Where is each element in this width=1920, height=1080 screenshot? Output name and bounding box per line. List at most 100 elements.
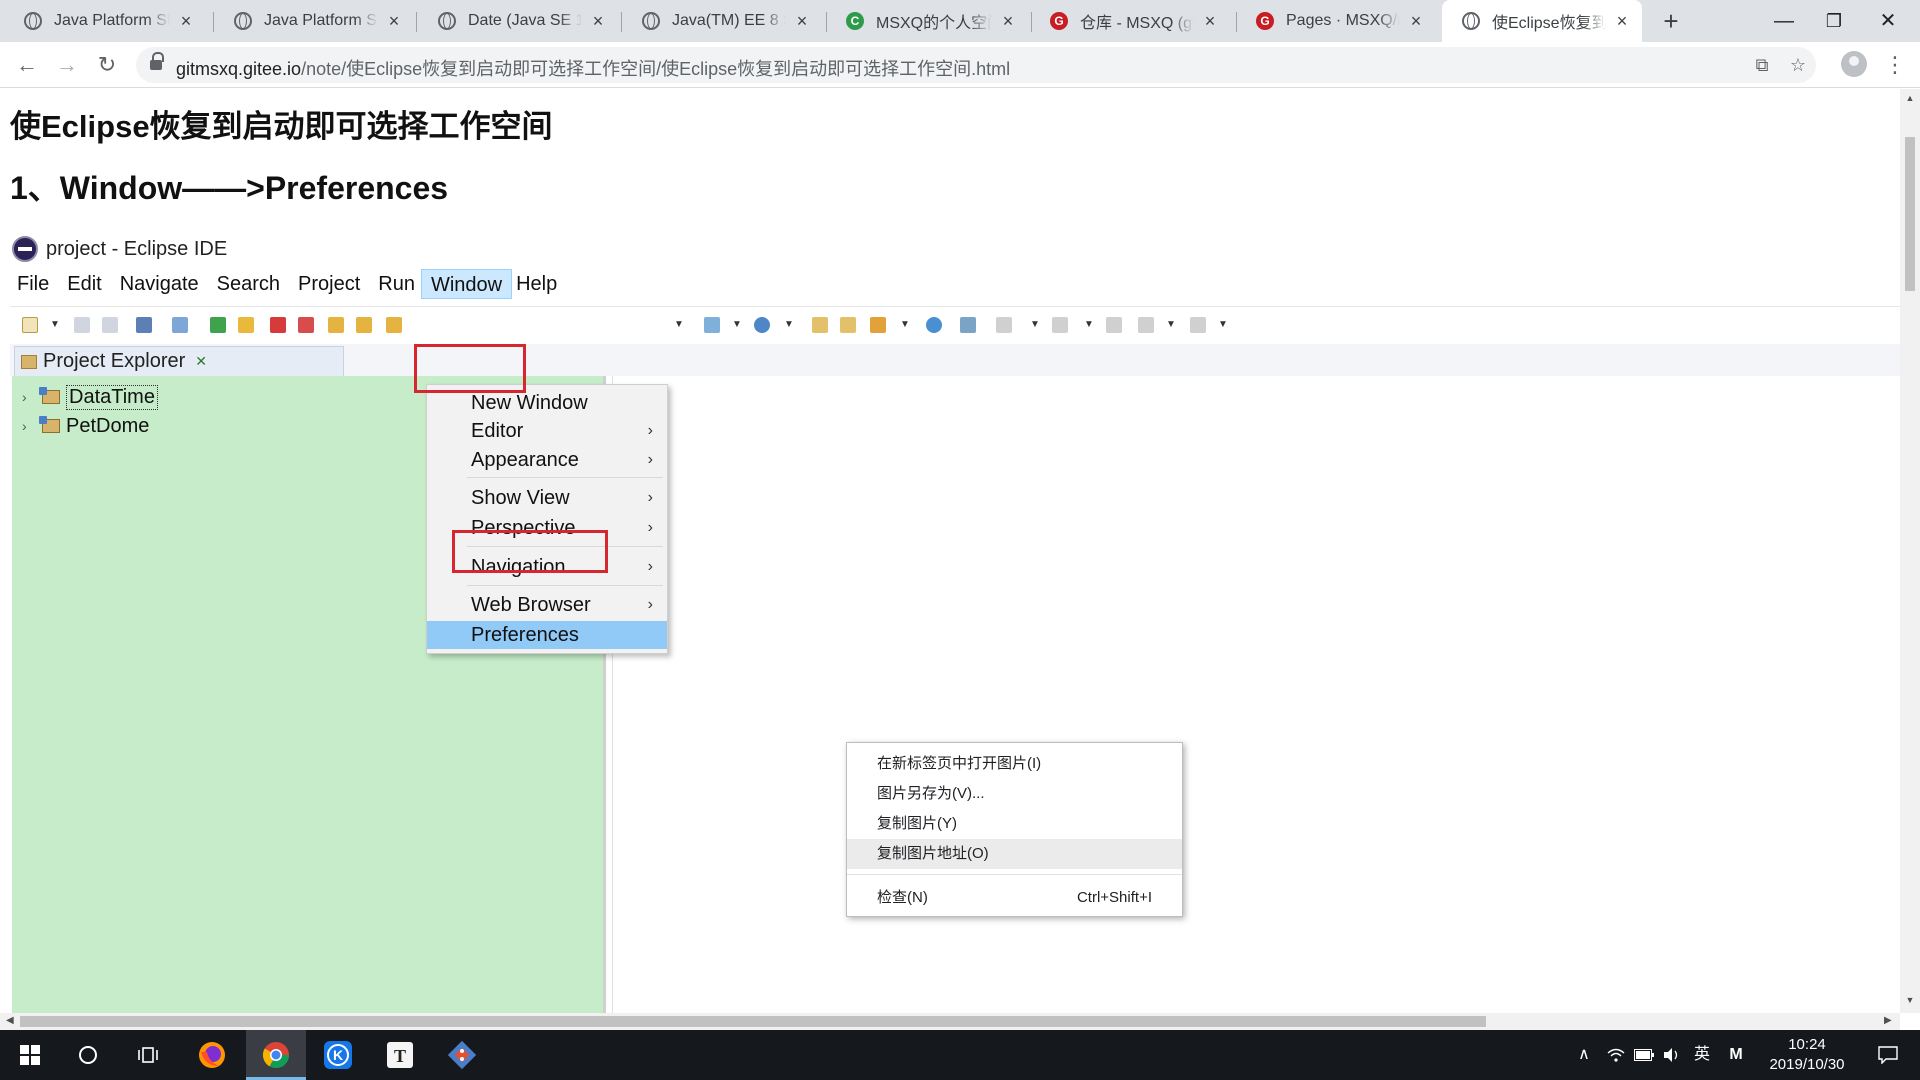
- task-view-icon[interactable]: [118, 1030, 178, 1080]
- ctx-save-image-as[interactable]: 图片另存为(V)...: [847, 779, 1182, 809]
- translate-icon[interactable]: ⧉: [1750, 53, 1774, 77]
- battery-icon[interactable]: [1632, 1030, 1656, 1080]
- ctx-shortcut: Ctrl+Shift+I: [1076, 889, 1152, 906]
- eclipse-logo-icon: [12, 236, 38, 262]
- ctx-copy-image-address[interactable]: 复制图片地址(O): [847, 839, 1182, 869]
- scroll-right-icon[interactable]: ▶: [1884, 1015, 1892, 1026]
- close-view-icon: ✕: [195, 353, 208, 369]
- globe-icon: [1462, 12, 1480, 30]
- browser-tab[interactable]: Java Platform SE 8 ×: [4, 0, 206, 42]
- scroll-down-icon[interactable]: ▼: [1900, 995, 1920, 1005]
- typora-icon[interactable]: T: [370, 1030, 430, 1080]
- ctx-inspect[interactable]: 检查(N) Ctrl+Shift+I: [847, 883, 1182, 913]
- svg-text:K: K: [333, 1047, 343, 1063]
- scroll-left-icon[interactable]: ◀: [6, 1015, 14, 1026]
- page-content: 使Eclipse恢复到启动即可选择工作空间 1、Window——>Prefere…: [0, 89, 1900, 1013]
- browser-tab[interactable]: Java Platform Standard Ed. 8 ×: [214, 0, 414, 42]
- url-host: gitmsxq.gitee.io: [176, 59, 302, 79]
- scroll-up-icon[interactable]: ▲: [1900, 93, 1920, 103]
- save-icon: [74, 317, 90, 333]
- eclipse-window-title: project - Eclipse IDE: [46, 237, 228, 260]
- ctx-open-image-new-tab[interactable]: 在新标签页中打开图片(I): [847, 749, 1182, 779]
- resume-icon: [210, 317, 226, 333]
- tree-item-label: DataTime: [66, 384, 158, 410]
- browser-tab[interactable]: Date (Java SE 11 & JDK 11) ×: [418, 0, 618, 42]
- cortana-icon[interactable]: [58, 1030, 118, 1080]
- close-tab-icon[interactable]: ×: [1612, 11, 1632, 32]
- k-app-icon[interactable]: K: [308, 1030, 368, 1080]
- volume-icon[interactable]: [1660, 1030, 1684, 1080]
- menu-item-editor: Editor ›: [427, 417, 667, 445]
- highlight-preferences: [452, 530, 608, 573]
- profile-avatar-icon[interactable]: [1841, 51, 1867, 77]
- close-window-button[interactable]: ✕: [1856, 0, 1920, 42]
- clock[interactable]: 10:24 2019/10/30: [1752, 1035, 1862, 1075]
- action-center-icon[interactable]: [1868, 1030, 1908, 1080]
- tree-item-label: PetDome: [66, 414, 150, 437]
- ctx-copy-image[interactable]: 复制图片(Y): [847, 809, 1182, 839]
- url-text[interactable]: gitmsxq.gitee.io/note/使Eclipse恢复到启动即可选择工…: [176, 55, 1010, 81]
- git-icon[interactable]: [432, 1030, 492, 1080]
- gitee-green-icon: C: [846, 12, 864, 30]
- web-globe-icon: [926, 317, 942, 333]
- browser-tab[interactable]: C MSXQ的个人空间 ×: [826, 0, 1028, 42]
- search-pen-icon: [870, 317, 886, 333]
- submenu-chevron-icon: ›: [647, 489, 653, 506]
- ime-indicator[interactable]: 英: [1690, 1030, 1714, 1080]
- horizontal-scrollbar[interactable]: ◀ ▶: [0, 1013, 1900, 1030]
- close-tab-icon[interactable]: ×: [998, 11, 1018, 32]
- browser-toolbar: ← → ↻ gitmsxq.gitee.io/note/使Eclipse恢复到启…: [0, 42, 1920, 88]
- address-bar[interactable]: gitmsxq.gitee.io/note/使Eclipse恢复到启动即可选择工…: [136, 47, 1816, 83]
- forward-button[interactable]: →: [52, 50, 82, 80]
- back-button[interactable]: ←: [12, 50, 42, 80]
- close-tab-icon[interactable]: ×: [1406, 11, 1426, 32]
- start-icon[interactable]: [0, 1030, 60, 1080]
- close-tab-icon[interactable]: ×: [792, 11, 812, 32]
- browser-tab[interactable]: G 仓库 - MSXQ (gitee) ×: [1030, 0, 1230, 42]
- close-tab-icon[interactable]: ×: [384, 11, 404, 32]
- browser-tab[interactable]: Java(TM) EE 8 Specification APIs ×: [622, 0, 822, 42]
- step-heading: 1、Window——>Preferences: [10, 170, 449, 206]
- browser-tab[interactable]: G Pages · MSXQ/note ×: [1236, 0, 1436, 42]
- tab-title: MSXQ的个人空间: [876, 15, 992, 32]
- chrome-icon[interactable]: [246, 1030, 306, 1080]
- close-tab-icon[interactable]: ×: [1200, 11, 1220, 32]
- view-tab-row: Project Explorer ✕: [10, 344, 1900, 376]
- expand-chevron-icon: ›: [22, 389, 27, 405]
- pin-editor-icon: [960, 317, 976, 333]
- vertical-scroll-thumb[interactable]: [1905, 137, 1915, 291]
- eclipse-title-bar: project - Eclipse IDE: [12, 236, 227, 262]
- gitee-icon: G: [1256, 12, 1274, 30]
- browser-tab-active[interactable]: 使Eclipse恢复到启动即可选择工作空间 ×: [1442, 0, 1642, 42]
- new-tab-button[interactable]: +: [1656, 6, 1686, 36]
- menu-kebab-icon[interactable]: ⋮: [1884, 50, 1906, 80]
- clock-time: 10:24: [1788, 1036, 1826, 1053]
- tree-item: › PetDome: [22, 413, 149, 439]
- network-icon[interactable]: [1604, 1030, 1628, 1080]
- open-folder-icon: [840, 317, 856, 333]
- submenu-chevron-icon: ›: [647, 596, 653, 613]
- vertical-scrollbar[interactable]: ▲ ▼: [1900, 89, 1920, 1013]
- firefox-icon[interactable]: [182, 1030, 242, 1080]
- submenu-chevron-icon: ›: [647, 519, 653, 536]
- close-tab-icon[interactable]: ×: [176, 11, 196, 32]
- ime-mode-indicator[interactable]: M: [1724, 1030, 1748, 1080]
- back-arrow-icon: [1138, 317, 1154, 333]
- tab-title: Java Platform SE 8: [54, 12, 170, 29]
- tray-overflow-icon[interactable]: ∧: [1572, 1030, 1596, 1080]
- horizontal-scroll-thumb[interactable]: [20, 1016, 1486, 1027]
- terminate-icon: [270, 317, 286, 333]
- menu-item-appearance: Appearance ›: [427, 446, 667, 474]
- tab-title: Date (Java SE 11 & JDK 11): [468, 12, 582, 29]
- new-server-icon: [704, 317, 720, 333]
- menu-item-new-window: New Window: [471, 392, 588, 414]
- globe-icon: [642, 12, 660, 30]
- editor-area: [612, 376, 1900, 1013]
- menu-help: Help: [516, 273, 558, 295]
- close-tab-icon[interactable]: ×: [588, 11, 608, 32]
- reload-button[interactable]: ↻: [92, 50, 122, 80]
- terminal-icon: [136, 317, 152, 333]
- step-into-icon: [328, 317, 344, 333]
- lock-icon[interactable]: [150, 52, 164, 71]
- bookmark-star-icon[interactable]: ☆: [1786, 53, 1810, 77]
